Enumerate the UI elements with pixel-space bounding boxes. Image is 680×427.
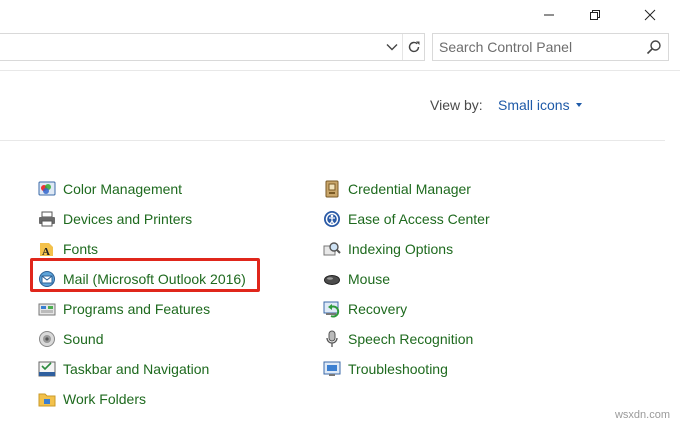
item-label: Mail (Microsoft Outlook 2016) bbox=[63, 271, 246, 287]
programs-icon bbox=[37, 299, 57, 319]
search-icon[interactable] bbox=[646, 39, 662, 55]
address-bar[interactable] bbox=[0, 33, 425, 61]
recovery-icon bbox=[322, 299, 342, 319]
refresh-button[interactable] bbox=[402, 34, 424, 60]
item-label: Devices and Printers bbox=[63, 211, 193, 227]
item-speech-recognition[interactable]: Speech Recognition bbox=[322, 324, 490, 354]
mail-icon bbox=[37, 269, 57, 289]
taskbar-icon bbox=[37, 359, 57, 379]
items-left-column: Color Management Devices and Printers A … bbox=[37, 174, 246, 414]
toolbar-divider bbox=[0, 70, 680, 71]
microphone-icon bbox=[322, 329, 342, 349]
chevron-down-icon bbox=[386, 44, 398, 51]
item-label: Color Management bbox=[63, 181, 183, 197]
color-management-icon bbox=[37, 179, 57, 199]
item-sound[interactable]: Sound bbox=[37, 324, 246, 354]
printer-icon bbox=[37, 209, 57, 229]
item-label: Indexing Options bbox=[348, 241, 454, 257]
items-right-column: Credential Manager Ease of Access Center… bbox=[322, 174, 490, 384]
item-work-folders[interactable]: Work Folders bbox=[37, 384, 246, 414]
item-label: Fonts bbox=[63, 241, 99, 257]
item-color-management[interactable]: Color Management bbox=[37, 174, 246, 204]
item-label: Credential Manager bbox=[348, 181, 471, 197]
minimize-button[interactable] bbox=[526, 0, 572, 30]
item-label: Speech Recognition bbox=[348, 331, 474, 347]
refresh-icon bbox=[408, 41, 419, 53]
folder-icon bbox=[37, 389, 57, 409]
item-mail[interactable]: Mail (Microsoft Outlook 2016) bbox=[37, 264, 246, 294]
speaker-icon bbox=[37, 329, 57, 349]
item-ease-of-access-center[interactable]: Ease of Access Center bbox=[322, 204, 490, 234]
watermark-text: wsxdn.com bbox=[614, 409, 670, 421]
address-dropdown-button[interactable] bbox=[383, 35, 401, 59]
close-icon bbox=[644, 9, 656, 21]
item-credential-manager[interactable]: Credential Manager bbox=[322, 174, 490, 204]
item-label: Programs and Features bbox=[63, 301, 211, 317]
item-taskbar-and-navigation[interactable]: Taskbar and Navigation bbox=[37, 354, 246, 384]
restore-button[interactable] bbox=[572, 0, 618, 30]
item-troubleshooting[interactable]: Troubleshooting bbox=[322, 354, 490, 384]
item-mouse[interactable]: Mouse bbox=[322, 264, 490, 294]
search-box bbox=[432, 33, 669, 61]
item-label: Recovery bbox=[348, 301, 408, 317]
item-recovery[interactable]: Recovery bbox=[322, 294, 490, 324]
troubleshooting-icon bbox=[322, 359, 342, 379]
mouse-icon bbox=[322, 269, 342, 289]
minimize-icon bbox=[544, 14, 554, 16]
item-indexing-options[interactable]: Indexing Options bbox=[322, 234, 490, 264]
content-divider bbox=[0, 140, 665, 141]
svg-text:A: A bbox=[42, 246, 50, 258]
indexing-icon bbox=[322, 239, 342, 259]
item-label: Sound bbox=[63, 331, 104, 347]
item-label: Ease of Access Center bbox=[348, 211, 490, 227]
search-input[interactable] bbox=[439, 34, 639, 60]
ease-of-access-icon bbox=[322, 209, 342, 229]
view-by-dropdown[interactable]: Small icons bbox=[498, 97, 582, 113]
item-fonts[interactable]: A Fonts bbox=[37, 234, 246, 264]
fonts-icon: A bbox=[37, 239, 57, 259]
item-devices-and-printers[interactable]: Devices and Printers bbox=[37, 204, 246, 234]
item-label: Mouse bbox=[348, 271, 391, 287]
view-by-label: View by: bbox=[430, 97, 483, 113]
item-label: Taskbar and Navigation bbox=[63, 361, 210, 377]
item-label: Work Folders bbox=[63, 391, 146, 407]
item-programs-and-features[interactable]: Programs and Features bbox=[37, 294, 246, 324]
item-label: Troubleshooting bbox=[348, 361, 448, 377]
view-by-value: Small icons bbox=[498, 97, 570, 113]
close-button[interactable] bbox=[627, 0, 673, 30]
restore-icon bbox=[590, 10, 600, 20]
caret-down-icon bbox=[575, 103, 582, 107]
credential-icon bbox=[322, 179, 342, 199]
